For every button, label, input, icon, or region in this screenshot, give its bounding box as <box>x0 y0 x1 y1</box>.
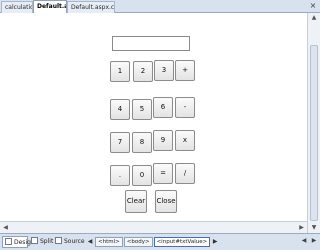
clear-button[interactable]: Clear <box>125 190 147 213</box>
key-8-button[interactable]: 8 <box>132 132 152 153</box>
key-7-button[interactable]: 7 <box>110 132 130 153</box>
key-4-button[interactable]: 4 <box>110 99 130 120</box>
key-9-button[interactable]: 9 <box>153 130 173 151</box>
tab-default-aspx-cs[interactable]: Default.aspx.cs <box>67 1 115 13</box>
close-icon[interactable]: × <box>308 1 318 11</box>
source-view-tab[interactable]: Source <box>53 236 85 248</box>
key-2-button[interactable]: 2 <box>133 61 153 82</box>
breadcrumb-html[interactable]: <html> <box>95 237 123 247</box>
document-tab-strip: calculation Default.aspx Default.aspx.cs… <box>0 0 320 13</box>
source-icon <box>55 237 62 244</box>
tab-default-aspx[interactable]: Default.aspx <box>33 0 67 13</box>
key-divide-button[interactable]: / <box>175 163 195 184</box>
key-3-button[interactable]: 3 <box>154 60 174 81</box>
scroll-left-icon[interactable]: ◀ <box>1 223 10 232</box>
view-bar: Design Split Source ◀ <html> <body> <inp… <box>0 233 320 250</box>
split-view-label: Split <box>40 238 54 245</box>
value-textbox[interactable] <box>112 36 190 51</box>
key-minus-button[interactable]: - <box>175 97 195 118</box>
design-view-tab[interactable]: Design <box>2 236 35 248</box>
nav-left-icon[interactable]: ◀ <box>300 236 308 246</box>
scroll-down-icon[interactable]: ▼ <box>310 224 318 232</box>
key-dot-button[interactable]: . <box>110 165 130 186</box>
close-button[interactable]: Close <box>155 190 177 213</box>
key-1-button[interactable]: 1 <box>110 61 130 82</box>
split-icon <box>31 237 38 244</box>
bottom-right-controls: ◀ ▶ <box>300 236 318 246</box>
key-equals-button[interactable]: = <box>153 163 173 184</box>
scroll-right-icon[interactable]: ▶ <box>297 223 306 232</box>
breadcrumb-forward-icon[interactable]: ▶ <box>211 237 219 247</box>
nav-right-icon[interactable]: ▶ <box>310 236 318 246</box>
design-icon <box>5 238 12 245</box>
scroll-up-icon[interactable]: ▲ <box>310 14 318 22</box>
breadcrumb-body[interactable]: <body> <box>123 237 153 247</box>
key-5-button[interactable]: 5 <box>132 99 152 120</box>
key-multiply-button[interactable]: x <box>175 130 195 151</box>
tag-breadcrumb: ◀ <html> <body> <input#txtValue> ▶ <box>86 236 219 248</box>
split-view-tab[interactable]: Split <box>29 236 53 248</box>
breadcrumb-back-icon[interactable]: ◀ <box>86 237 94 247</box>
tab-calculation[interactable]: calculation <box>1 1 33 13</box>
horizontal-scrollbar[interactable]: ◀ ▶ <box>0 221 307 233</box>
key-6-button[interactable]: 6 <box>153 97 173 118</box>
vertical-scrollbar[interactable]: ▲ ▼ <box>307 13 320 233</box>
breadcrumb-input[interactable]: <input#txtValue> <box>153 237 211 247</box>
vertical-scroll-thumb[interactable] <box>310 45 318 221</box>
design-surface: 1 2 3 + 4 5 6 - 7 8 9 x . 0 = / Clear Cl… <box>0 13 307 233</box>
source-view-label: Source <box>64 238 85 245</box>
key-plus-button[interactable]: + <box>175 60 195 81</box>
key-0-button[interactable]: 0 <box>132 165 152 186</box>
